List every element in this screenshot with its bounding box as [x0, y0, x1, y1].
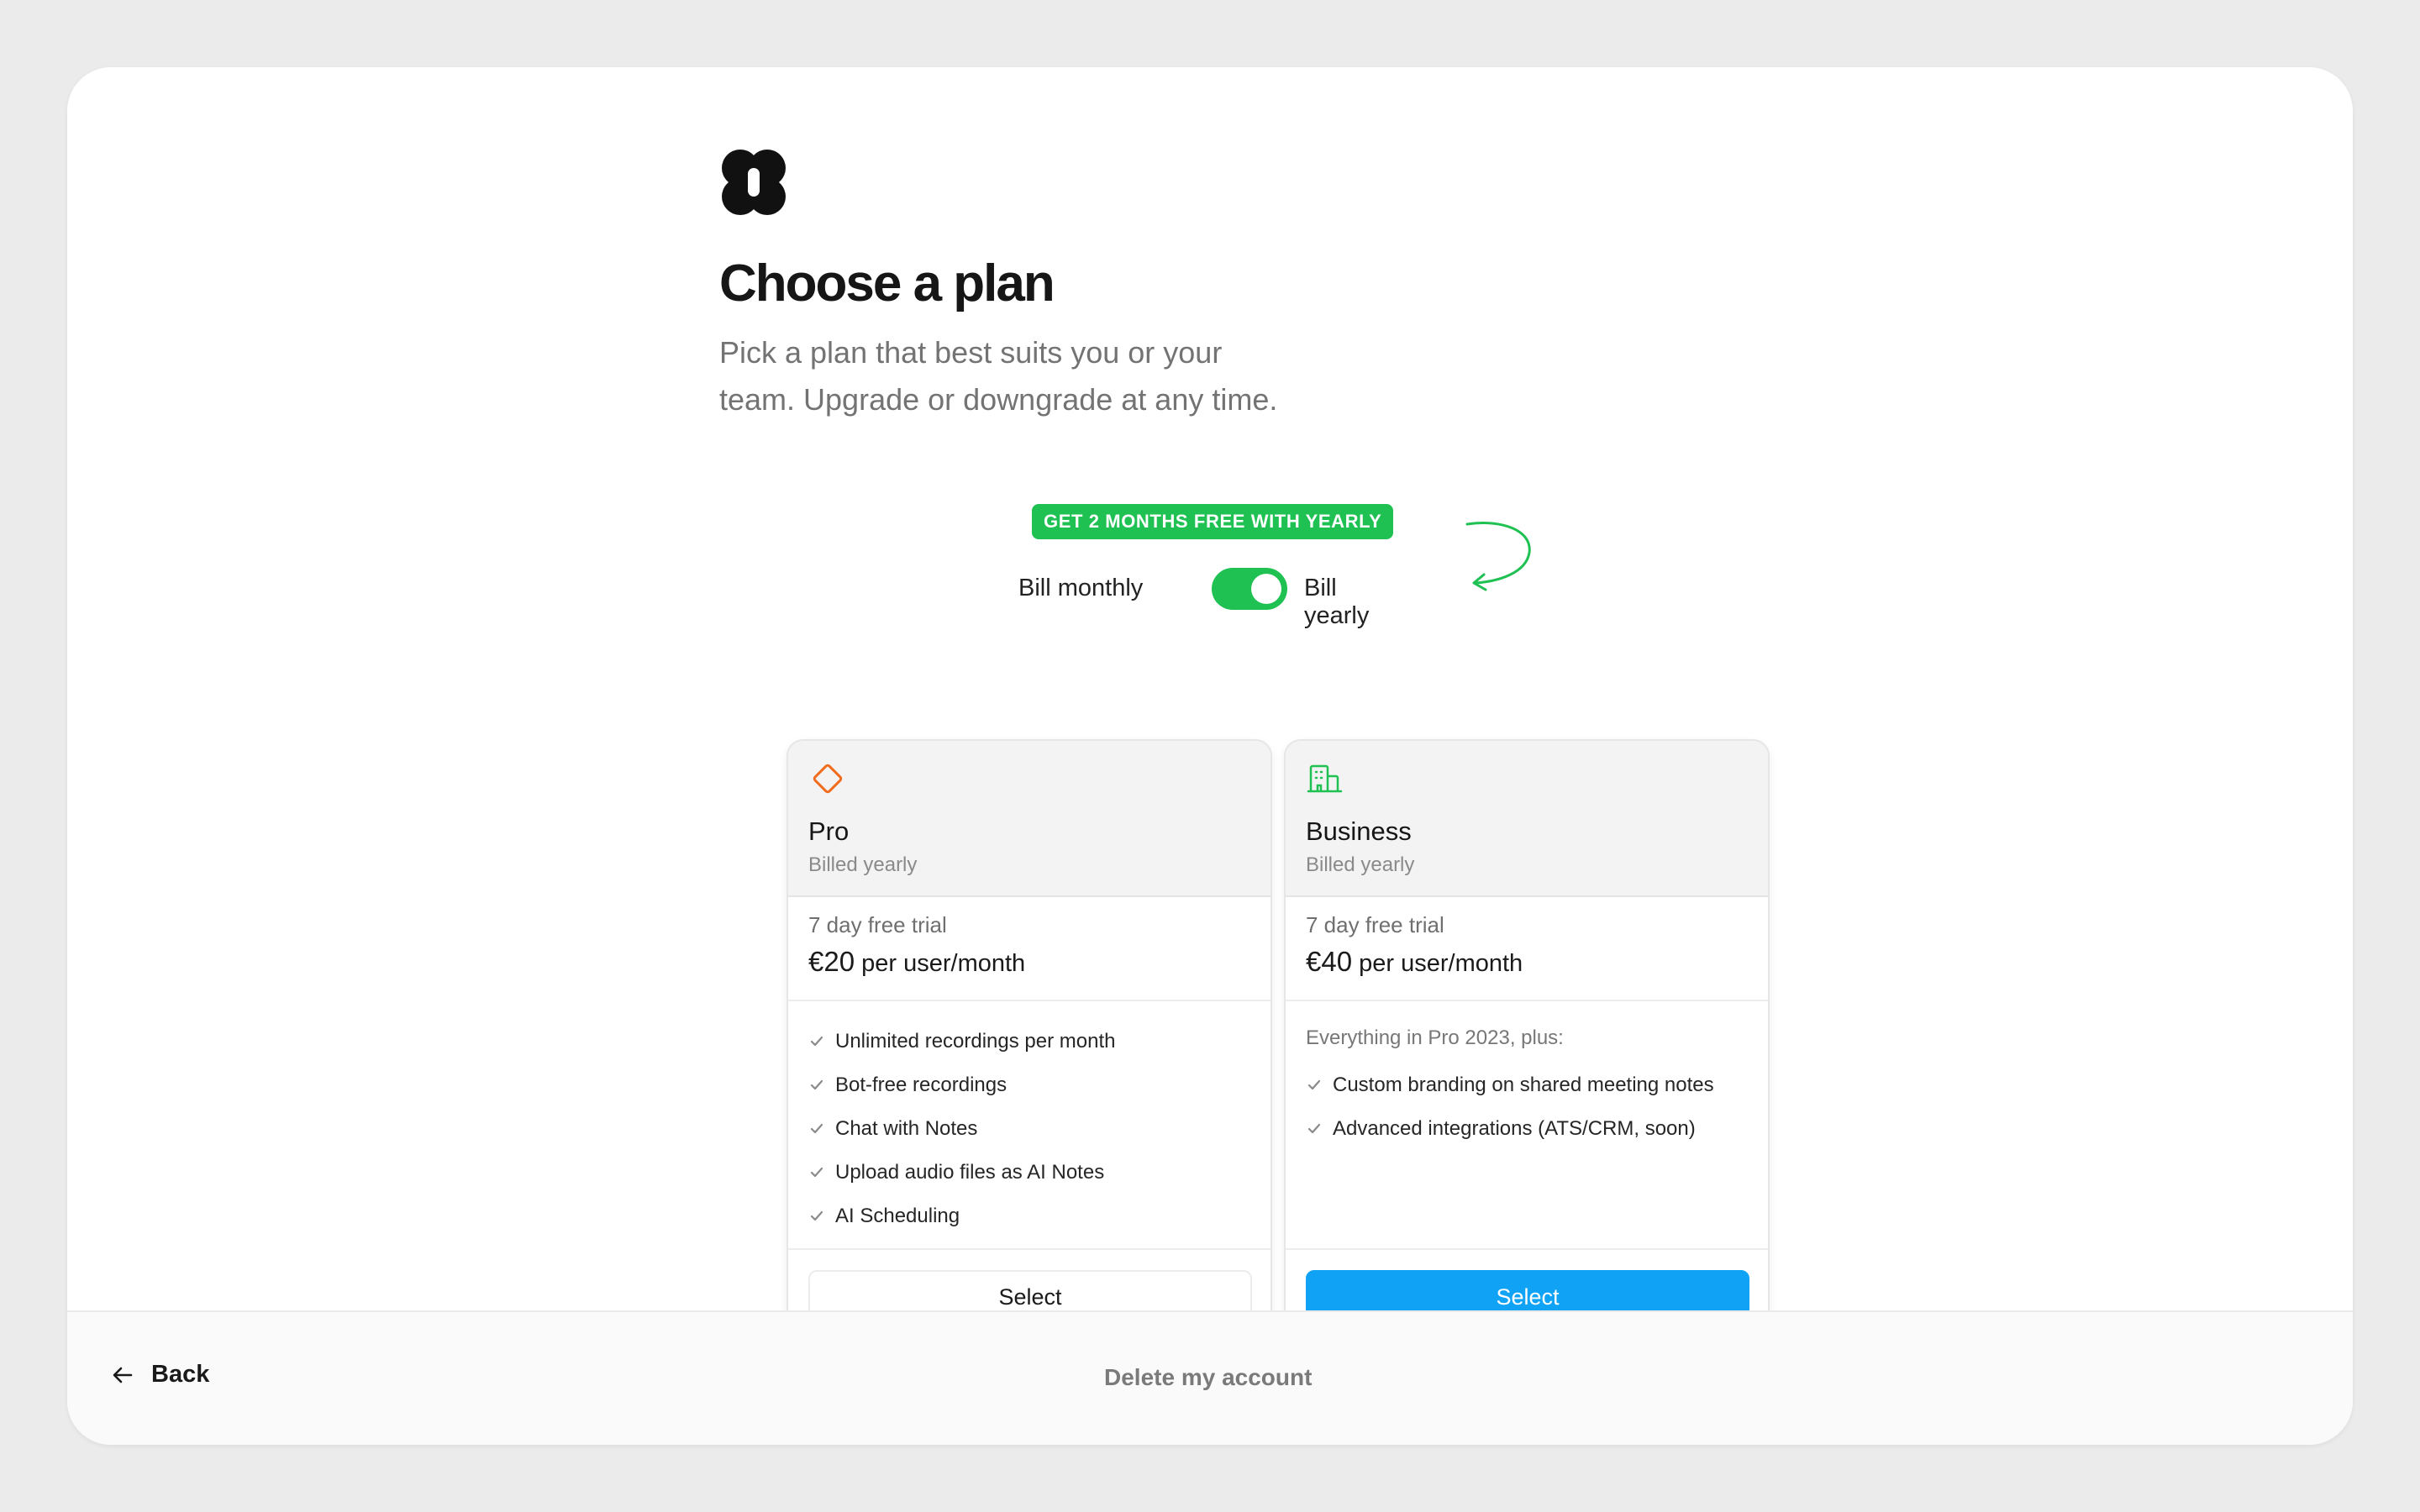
plan-price: €20 per user/month [808, 946, 1025, 978]
list-item: Advanced integrations (ATS/CRM, soon) [1306, 1107, 1748, 1151]
list-item: Custom branding on shared meeting notes [1306, 1063, 1748, 1107]
subtitle-line: Pick a plan that best suits you or your [719, 335, 1223, 370]
plan-billing-period: Billed yearly [808, 853, 918, 876]
plan-price-block: 7 day free trial €40 per user/month [1286, 897, 1768, 1001]
yearly-promo-badge: GET 2 MONTHS FREE WITH YEARLY [1032, 504, 1394, 539]
price-unit: per user/month [861, 950, 1026, 977]
feature-text: Bot-free recordings [835, 1074, 1007, 1096]
price-amount: €40 [1306, 946, 1353, 977]
check-icon [810, 1079, 823, 1090]
building-icon [1307, 764, 1343, 793]
plan-billing-period: Billed yearly [1306, 853, 1415, 876]
list-item: AI Scheduling [808, 1194, 1250, 1238]
billing-period-switch: Bill monthly Bill yearly [971, 568, 1392, 629]
plan-card-header: Pro Billed yearly [788, 741, 1270, 897]
check-icon [1307, 1123, 1321, 1134]
subtitle-line: team. Upgrade or downgrade at any time. [719, 382, 1278, 417]
delete-account-link[interactable]: Delete my account [1104, 1364, 1312, 1391]
back-label: Back [151, 1361, 210, 1388]
features-intro: Everything in Pro 2023, plus: [1306, 1026, 1564, 1049]
app-window: Choose a plan Pick a plan that best suit… [67, 67, 2353, 1445]
bill-yearly-label[interactable]: Bill yearly [1304, 575, 1392, 630]
price-amount: €20 [808, 946, 855, 977]
arrow-left-icon [113, 1367, 133, 1383]
plan-name: Business [1306, 816, 1412, 846]
check-icon [810, 1123, 823, 1134]
check-icon [810, 1036, 823, 1047]
plan-price-block: 7 day free trial €20 per user/month [788, 897, 1270, 1001]
check-icon [810, 1167, 823, 1178]
plan-features-list: Everything in Pro 2023, plus: Custom bra… [1286, 1001, 1768, 1250]
list-item: Unlimited recordings per month [808, 1020, 1250, 1063]
plan-card-pro: Pro Billed yearly 7 day free trial €20 p… [786, 739, 1272, 1341]
plan-price: €40 per user/month [1306, 946, 1523, 978]
free-trial-label: 7 day free trial [1306, 912, 1444, 937]
price-unit: per user/month [1359, 950, 1523, 977]
check-icon [1307, 1079, 1321, 1090]
app-logo-icon [722, 150, 786, 215]
feature-text: Advanced integrations (ATS/CRM, soon) [1333, 1117, 1696, 1140]
page-title: Choose a plan [719, 255, 1055, 312]
feature-text: Custom branding on shared meeting notes [1333, 1074, 1714, 1096]
back-button[interactable]: Back [111, 1361, 209, 1389]
plan-features-list: Unlimited recordings per month Bot-free … [788, 1001, 1270, 1250]
list-item: Chat with Notes [808, 1107, 1250, 1151]
free-trial-label: 7 day free trial [808, 912, 947, 937]
feature-text: Upload audio files as AI Notes [835, 1161, 1105, 1184]
bill-monthly-label[interactable]: Bill monthly [1018, 575, 1143, 602]
feature-text: Unlimited recordings per month [835, 1030, 1116, 1053]
plan-card-business: Business Billed yearly 7 day free trial … [1284, 739, 1770, 1341]
plan-selection: Choose a plan Pick a plan that best suit… [719, 67, 1770, 1341]
list-item: Upload audio files as AI Notes [808, 1151, 1250, 1194]
feature-text: AI Scheduling [835, 1205, 960, 1227]
list-item: Bot-free recordings [808, 1063, 1250, 1107]
curved-arrow-icon [1465, 522, 1531, 591]
check-icon [810, 1210, 823, 1221]
plan-name: Pro [808, 816, 850, 846]
billing-toggle[interactable] [1212, 568, 1287, 610]
diamond-icon [813, 764, 843, 794]
toggle-knob [1251, 574, 1281, 604]
footer-bar: Back Delete my account [67, 1310, 2353, 1445]
page-subtitle: Pick a plan that best suits you or your … [719, 329, 1358, 423]
plan-card-header: Business Billed yearly [1286, 741, 1768, 897]
feature-text: Chat with Notes [835, 1117, 978, 1140]
